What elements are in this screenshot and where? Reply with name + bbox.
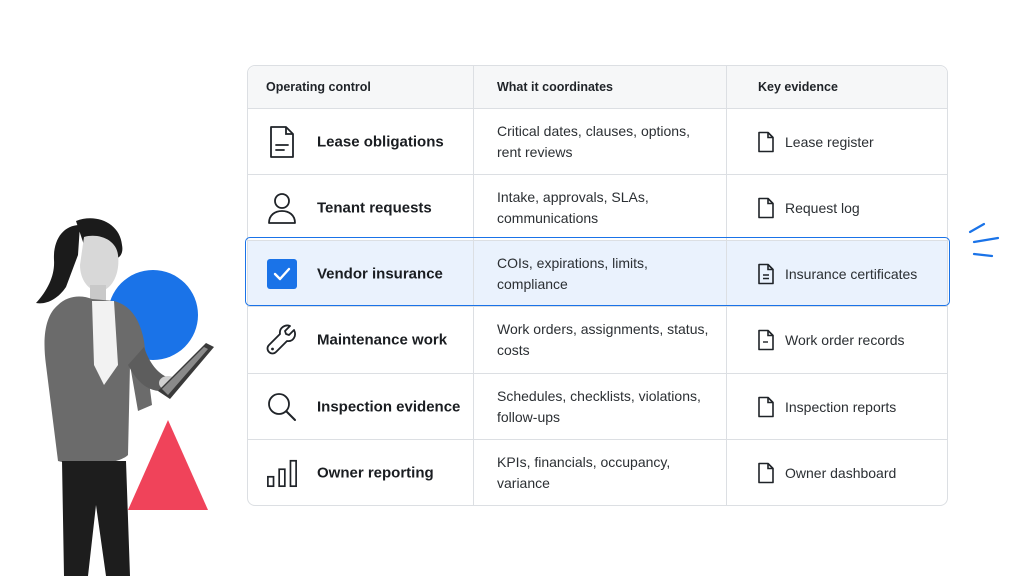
table-row[interactable]: Owner reporting KPIs, financials, occupa… [248, 439, 947, 505]
woman-with-tablet-illustration [36, 218, 214, 576]
coordinates-text: Intake, approvals, SLAs, communications [474, 175, 727, 240]
operating-controls-table: Operating control What it coordinates Ke… [247, 65, 948, 506]
evidence-label[interactable]: Insurance certificates [785, 266, 917, 282]
file-icon [758, 396, 774, 417]
file-icon [758, 131, 774, 152]
coordinates-text: Work orders, assignments, status, costs [474, 307, 727, 373]
person-icon [266, 190, 298, 226]
coordinates-text: Critical dates, clauses, options, rent r… [474, 109, 727, 174]
control-label: Maintenance work [317, 331, 448, 349]
coordinates-text: COIs, expirations, limits, compliance [474, 241, 727, 306]
table-row-selected[interactable]: Vendor insurance COIs, expirations, limi… [248, 240, 947, 306]
control-label: Owner reporting [317, 464, 434, 481]
evidence-label[interactable]: Owner dashboard [785, 465, 896, 481]
magnifier-icon [266, 389, 298, 425]
file-icon [758, 462, 774, 483]
header-operating-control: Operating control [248, 66, 474, 108]
checkbox-icon[interactable] [266, 256, 298, 292]
evidence-label[interactable]: Work order records [785, 332, 905, 348]
wrench-icon [266, 322, 298, 358]
header-what-it-coordinates: What it coordinates [474, 66, 727, 108]
header-key-evidence: Key evidence [758, 80, 838, 94]
evidence-label[interactable]: Lease register [785, 134, 874, 150]
bar-chart-icon [266, 455, 298, 491]
table-row[interactable]: Inspection evidence Schedules, checklist… [248, 373, 947, 439]
sparkle-lines-decoration [968, 222, 1000, 258]
table-row[interactable]: Maintenance work Work orders, assignment… [248, 306, 947, 373]
control-label: Tenant requests [317, 199, 432, 216]
file-icon [758, 197, 774, 218]
table-header-row: Operating control What it coordinates Ke… [248, 66, 947, 108]
file-lines-icon [758, 263, 774, 284]
coordinates-text: KPIs, financials, occupancy, variance [474, 440, 727, 505]
evidence-label[interactable]: Request log [785, 200, 860, 216]
document-icon [266, 124, 298, 160]
control-label: Vendor insurance [317, 265, 443, 282]
evidence-label[interactable]: Inspection reports [785, 399, 896, 415]
table-row[interactable]: Tenant requests Intake, approvals, SLAs,… [248, 174, 947, 240]
coordinates-text: Schedules, checklists, violations, follo… [474, 374, 727, 439]
file-dash-icon [758, 329, 774, 351]
table-row[interactable]: Lease obligations Critical dates, clause… [248, 108, 947, 174]
control-label: Lease obligations [317, 133, 444, 150]
control-label: Inspection evidence [317, 398, 461, 415]
